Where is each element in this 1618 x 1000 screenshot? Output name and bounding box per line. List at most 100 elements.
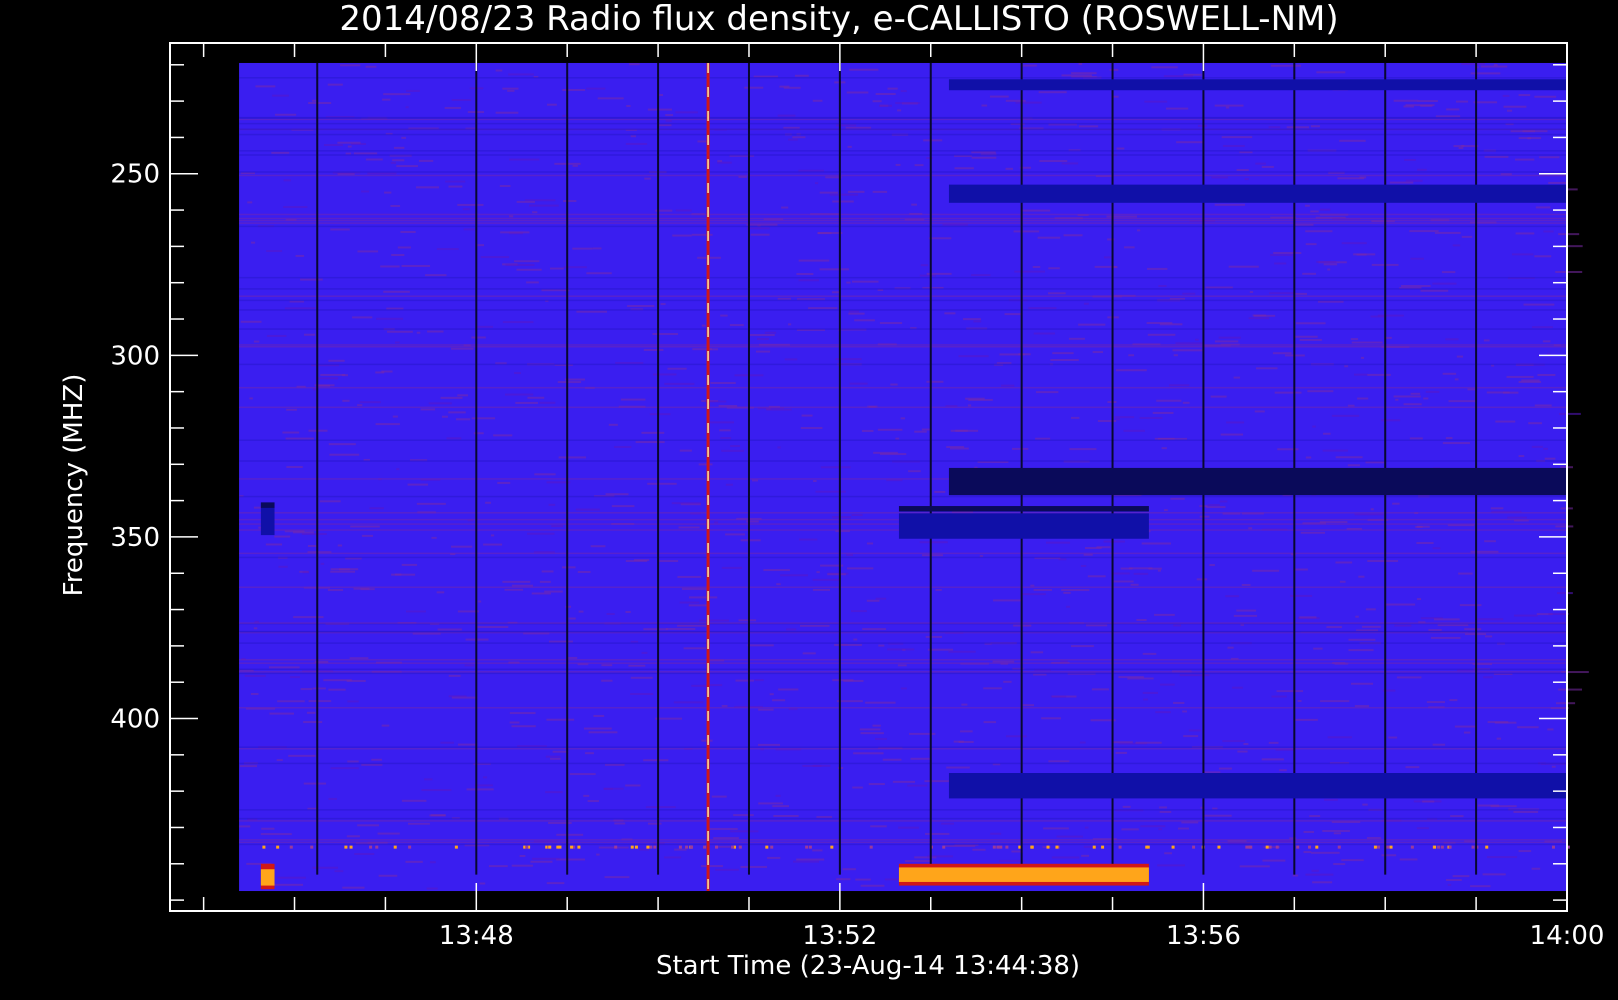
row-band [239, 328, 1568, 330]
noise-speck [781, 206, 789, 209]
noise-speck [665, 627, 696, 630]
noise-speck [1115, 751, 1127, 754]
noise-speck [1534, 404, 1552, 407]
noise-speck [1518, 380, 1542, 383]
noise-speck [1464, 628, 1482, 631]
noise-speck [295, 254, 305, 257]
noise-speck [698, 463, 713, 466]
noise-speck [1118, 676, 1144, 679]
noise-speck [958, 355, 989, 358]
noise-speck [1261, 758, 1284, 761]
noise-speck [349, 657, 369, 660]
noise-speck [1061, 589, 1090, 592]
noise-speck [805, 845, 809, 849]
noise-speck [1133, 572, 1149, 575]
noise-speck [308, 700, 332, 703]
noise-speck [1279, 769, 1287, 772]
row-band [239, 128, 1568, 131]
noise-speck [1551, 845, 1555, 849]
noise-speck [330, 570, 356, 573]
noise-speck [327, 83, 343, 86]
noise-speck [317, 384, 331, 387]
noise-speck [1274, 262, 1287, 265]
noise-speck [1063, 591, 1071, 594]
noise-speck [530, 860, 553, 863]
noise-speck [304, 333, 316, 336]
noise-speck [1463, 731, 1471, 734]
noise-speck [1539, 156, 1560, 159]
row-band [239, 225, 1568, 228]
noise-speck [872, 100, 882, 103]
noise-speck [1144, 100, 1168, 103]
noise-speck [967, 404, 972, 407]
noise-speck [1448, 845, 1452, 849]
noise-speck [278, 565, 288, 568]
noise-speck [440, 396, 463, 399]
feature-band [948, 467, 1567, 496]
noise-speck [369, 507, 384, 510]
noise-speck [1112, 741, 1133, 744]
noise-speck [262, 845, 266, 849]
noise-speck [1555, 702, 1576, 705]
noise-speck [1114, 416, 1135, 419]
noise-speck [851, 280, 879, 283]
noise-speck [1158, 284, 1167, 287]
noise-speck [1423, 397, 1429, 400]
x-axis-label: Start Time (23-Aug-14 13:44:38) [656, 951, 1080, 981]
noise-speck [508, 73, 534, 76]
noise-speck [1303, 851, 1312, 854]
noise-speck [675, 111, 698, 114]
noise-speck [715, 868, 739, 871]
x-tick-label: 13:56 [1166, 921, 1241, 951]
noise-speck [1222, 144, 1245, 147]
row-band [239, 345, 1568, 348]
y-tick-label: 350 [110, 523, 160, 553]
noise-speck [1335, 456, 1363, 459]
noise-speck [710, 382, 736, 385]
noise-speck [748, 334, 775, 337]
noise-speck [925, 635, 942, 638]
noise-speck [1506, 109, 1513, 112]
noise-speck [641, 431, 665, 434]
noise-speck [1454, 378, 1459, 381]
noise-speck [244, 674, 266, 677]
noise-speck [1548, 181, 1567, 184]
noise-speck [1103, 540, 1125, 543]
noise-speck [1461, 235, 1473, 238]
row-band [239, 150, 1568, 152]
noise-speck [1154, 613, 1175, 616]
noise-speck [1341, 242, 1367, 245]
noise-speck [859, 728, 881, 731]
noise-speck [868, 783, 885, 786]
noise-speck [962, 318, 981, 321]
noise-speck [1262, 859, 1286, 862]
noise-speck [539, 580, 551, 583]
noise-speck [1551, 765, 1556, 768]
row-band [239, 217, 1568, 220]
noise-speck [1294, 223, 1314, 226]
noise-speck [1425, 390, 1440, 393]
noise-speck [1305, 243, 1317, 246]
noise-speck [448, 411, 466, 414]
noise-speck [1331, 414, 1360, 417]
noise-speck [457, 203, 484, 206]
noise-speck [1422, 800, 1435, 803]
noise-speck [1351, 341, 1383, 344]
noise-speck [401, 136, 407, 139]
noise-speck [1409, 230, 1439, 233]
noise-speck [393, 845, 397, 849]
noise-speck [854, 319, 875, 322]
noise-speck [1370, 508, 1374, 511]
noise-speck [1493, 63, 1498, 66]
noise-speck [455, 418, 471, 421]
noise-speck [1323, 263, 1338, 266]
noise-speck [1295, 568, 1308, 571]
noise-speck [1447, 883, 1452, 886]
noise-speck [390, 161, 396, 164]
noise-speck [338, 568, 350, 571]
noise-speck [586, 87, 606, 90]
noise-speck [1129, 567, 1153, 570]
noise-speck [1249, 291, 1254, 294]
noise-speck [1366, 836, 1382, 839]
noise-speck [239, 765, 258, 768]
